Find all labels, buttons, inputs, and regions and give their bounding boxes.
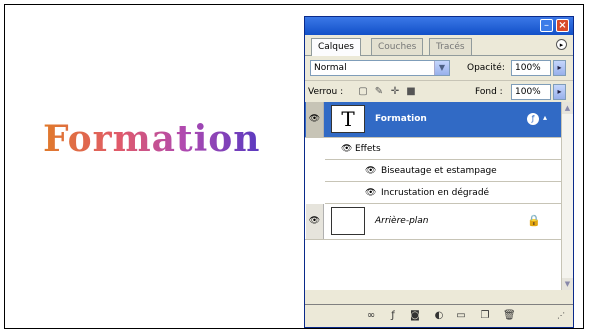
lock-all-icon[interactable]: ■: [405, 86, 417, 98]
eye-icon[interactable]: 👁: [365, 160, 376, 182]
background-layer-thumbnail: [331, 207, 365, 235]
fill-label: Fond :: [475, 87, 503, 97]
layer-row-background[interactable]: 👁 Arrière-plan 🔒: [305, 204, 561, 240]
layer-name-formation[interactable]: Formation: [375, 114, 427, 124]
scroll-up-icon[interactable]: ▲: [562, 102, 573, 114]
effects-label: Effets: [355, 144, 381, 154]
eye-icon[interactable]: 👁: [306, 102, 324, 137]
eye-icon[interactable]: 👁: [365, 182, 376, 204]
tab-couches[interactable]: Couches: [371, 38, 424, 55]
effect-gradient-label: Incrustation en dégradé: [381, 188, 490, 198]
lock-row: Verrou : ▢ ✎ ✛ ■ Fond : 100% ▸: [305, 81, 573, 104]
adjustment-layer-icon[interactable]: ◐: [433, 310, 445, 322]
effects-row[interactable]: 👁 Effets: [325, 138, 561, 160]
tab-traces[interactable]: Tracés: [429, 38, 472, 55]
new-layer-icon[interactable]: ❐: [479, 310, 491, 322]
lock-label: Verrou :: [308, 87, 344, 97]
add-mask-icon[interactable]: ◙: [409, 310, 421, 322]
opacity-input[interactable]: 100%: [511, 60, 551, 76]
effect-row-bevel[interactable]: 👁 Biseautage et estampage: [325, 160, 561, 182]
resize-grip-icon[interactable]: ⋰: [555, 310, 567, 322]
close-icon[interactable]: ×: [556, 19, 569, 32]
blend-row: Normal ▼ Opacité: 100% ▸: [305, 56, 573, 81]
blend-mode-value: Normal: [314, 63, 347, 73]
text-layer-thumbnail: T: [331, 105, 365, 133]
panel-bottom-toolbar: ∞ ƒ ◙ ◐ ▭ ❐ 🗑 ⋰: [305, 304, 573, 327]
layer-row-formation[interactable]: 👁 T Formation ƒ ▴: [305, 102, 561, 138]
fill-input[interactable]: 100%: [511, 84, 551, 100]
opacity-label: Opacité:: [467, 63, 505, 73]
effect-row-gradient[interactable]: 👁 Incrustation en dégradé: [325, 182, 561, 204]
effect-bevel-label: Biseautage et estampage: [381, 166, 497, 176]
eye-icon[interactable]: 👁: [306, 204, 324, 239]
chevron-down-icon[interactable]: ▼: [434, 61, 449, 75]
panel-menu-icon[interactable]: ▸: [556, 39, 567, 50]
minimize-icon[interactable]: –: [540, 19, 553, 32]
layer-effects-icon[interactable]: ƒ: [527, 113, 539, 125]
layers-panel: – × Calques Couches Tracés ▸ Normal ▼ Op…: [304, 16, 574, 328]
eye-icon[interactable]: 👁: [341, 138, 352, 160]
layers-list: 👁 T Formation ƒ ▴ 👁 Effets 👁 Biseautage …: [305, 102, 573, 290]
layer-name-background[interactable]: Arrière-plan: [375, 216, 429, 226]
scroll-down-icon[interactable]: ▼: [562, 278, 573, 290]
delete-layer-icon[interactable]: 🗑: [503, 310, 516, 322]
panel-title-bar[interactable]: – ×: [305, 17, 573, 35]
layers-scrollbar[interactable]: ▲ ▼: [561, 102, 573, 290]
lock-icon: 🔒: [527, 214, 541, 227]
lock-position-icon[interactable]: ✛: [389, 86, 401, 98]
fill-slider-arrow-icon[interactable]: ▸: [553, 84, 566, 100]
add-layer-style-icon[interactable]: ƒ: [387, 310, 399, 322]
expand-effects-icon[interactable]: ▴: [543, 113, 547, 122]
lock-transparency-icon[interactable]: ▢: [357, 86, 369, 98]
lock-pixels-icon[interactable]: ✎: [373, 86, 385, 98]
formation-wordart: Formation: [43, 118, 261, 160]
blend-mode-select[interactable]: Normal ▼: [310, 60, 450, 76]
new-group-icon[interactable]: ▭: [455, 310, 467, 322]
panel-tabs: Calques Couches Tracés ▸: [305, 35, 573, 56]
tab-calques[interactable]: Calques: [311, 38, 361, 56]
opacity-slider-arrow-icon[interactable]: ▸: [553, 60, 566, 76]
link-layers-icon[interactable]: ∞: [365, 310, 377, 322]
